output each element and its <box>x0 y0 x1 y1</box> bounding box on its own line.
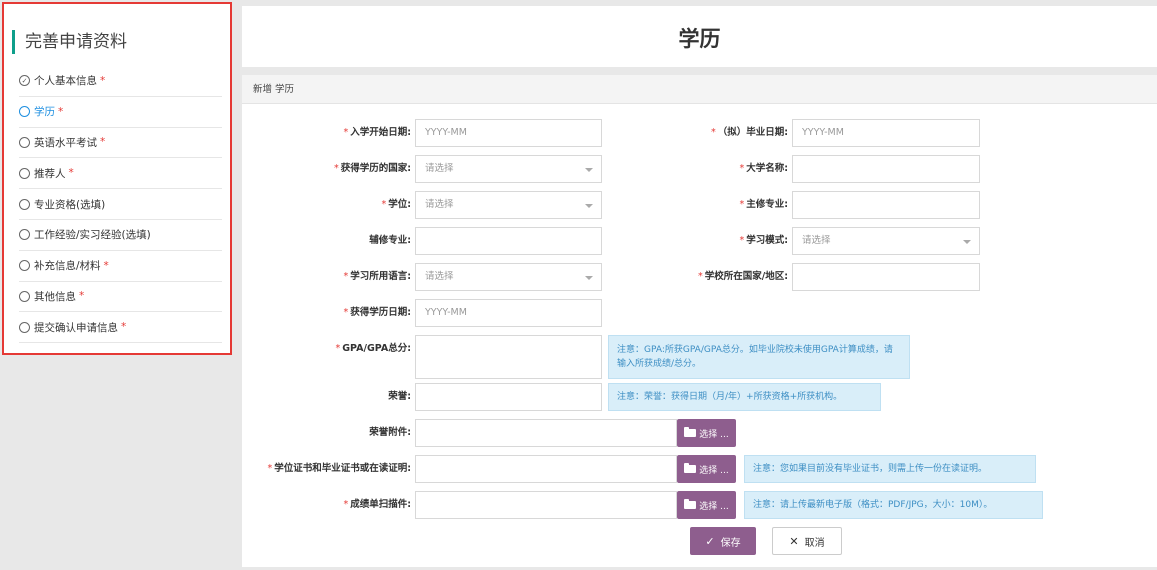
check-circle-icon: ✓ <box>19 75 30 87</box>
minor-input[interactable] <box>415 227 602 255</box>
major-label: * 主修专业: <box>739 199 788 210</box>
radio-icon <box>19 106 30 118</box>
honors-input[interactable] <box>415 383 602 411</box>
required-mark: * <box>121 321 127 334</box>
sidebar-item-other-info[interactable]: 其他信息 * <box>19 282 222 313</box>
degree-cert-note: 注意：您如果目前没有毕业证书，则需上传一份在读证明。 <box>744 455 1036 483</box>
required-mark: * <box>58 105 64 118</box>
sidebar-item-label: 个人基本信息 <box>34 75 97 88</box>
gpa-input[interactable] <box>415 335 602 379</box>
university-label: * 大学名称: <box>739 163 788 174</box>
degree-cert-input[interactable] <box>415 455 677 483</box>
sidebar-item-education[interactable]: 学历 * <box>19 97 222 128</box>
sidebar-item-label: 补充信息/材料 <box>34 260 101 273</box>
transcript-label: * 成绩单扫描件: <box>343 499 411 510</box>
major-input[interactable] <box>792 191 980 219</box>
sidebar-item-supplementary[interactable]: 补充信息/材料 * <box>19 251 222 282</box>
honors-attach-pick-button[interactable]: 选择 ... <box>677 419 736 447</box>
study-mode-select[interactable]: 请选择 <box>792 227 980 255</box>
required-mark: * <box>100 74 106 87</box>
grad-date-label: * （拟）毕业日期: <box>710 127 788 138</box>
check-icon: ✓ <box>705 534 715 548</box>
sidebar-item-label: 工作经验/实习经验(选填) <box>34 229 151 242</box>
folder-open-icon <box>684 427 697 437</box>
radio-icon <box>19 321 30 333</box>
minor-label: 辅修专业: <box>369 235 411 246</box>
start-date-label: * 入学开始日期: <box>343 127 411 138</box>
sidebar-item-submit-confirm[interactable]: 提交确认申请信息 * <box>19 312 222 344</box>
honors-note: 注意：荣誉：获得日期（月/年）+所获资格+所获机构。 <box>608 383 881 411</box>
transcript-pick-button[interactable]: 选择 ... <box>677 491 736 519</box>
transcript-note: 注意：请上传最新电子版（格式：PDF/JPG，大小：10M）。 <box>744 491 1043 519</box>
university-input[interactable] <box>792 155 980 183</box>
start-date-input[interactable]: YYYY-MM <box>415 119 602 147</box>
application-steps-sidebar: 完善申请资料 ✓ 个人基本信息 * 学历 * 英语水平考试 * 推荐人 * 专业… <box>2 2 232 355</box>
required-mark: * <box>79 290 85 303</box>
sidebar-item-english-test[interactable]: 英语水平考试 * <box>19 128 222 159</box>
study-mode-label: * 学习模式: <box>739 235 788 246</box>
honors-attach-input[interactable] <box>415 419 677 447</box>
sidebar-title: 完善申请资料 <box>12 30 127 54</box>
transcript-input[interactable] <box>415 491 677 519</box>
country-label: * 获得学历的国家: <box>333 163 411 174</box>
radio-icon <box>19 260 30 272</box>
award-date-label: * 获得学历日期: <box>343 307 411 318</box>
language-select[interactable]: 请选择 <box>415 263 602 291</box>
radio-icon <box>19 198 30 210</box>
education-form: 新增 学历 * 入学开始日期: YYYY-MM * （拟）毕业日期: YYYY-MM… <box>242 75 1157 567</box>
country-select[interactable]: 请选择 <box>415 155 602 183</box>
radio-icon <box>19 290 30 302</box>
sidebar-item-label: 学历 <box>34 106 55 119</box>
degree-label: * 学位: <box>381 199 411 210</box>
sidebar-item-referees[interactable]: 推荐人 * <box>19 158 222 190</box>
form-section-title: 新增 学历 <box>242 75 1157 104</box>
sidebar-item-label: 英语水平考试 <box>34 136 97 149</box>
degree-select[interactable]: 请选择 <box>415 191 602 219</box>
honors-attach-label: 荣誉附件: <box>369 427 411 438</box>
required-mark: * <box>103 259 109 272</box>
language-label: * 学习所用语言: <box>343 271 411 282</box>
required-mark: * <box>100 136 106 149</box>
folder-open-icon <box>684 499 697 509</box>
cancel-button[interactable]: ✕ 取消 <box>772 527 842 555</box>
gpa-label: * GPA/GPA总分: <box>335 343 412 354</box>
degree-cert-pick-button[interactable]: 选择 ... <box>677 455 736 483</box>
gpa-note: 注意：GPA:所获GPA/GPA总分。如毕业院校未使用GPA计算成绩，请输入所获… <box>608 335 910 379</box>
page-title: 学历 <box>678 27 721 51</box>
sidebar-item-professional-qualification[interactable]: 专业资格(选填) <box>19 189 222 220</box>
honors-label: 荣誉: <box>388 391 411 402</box>
school-region-label: * 学校所在国家/地区: <box>697 271 788 282</box>
radio-icon <box>19 229 30 241</box>
close-icon: ✕ <box>789 534 799 548</box>
degree-cert-label: * 学位证书和毕业证书或在读证明: <box>267 463 411 474</box>
folder-open-icon <box>684 463 697 473</box>
sidebar-item-label: 其他信息 <box>34 290 76 303</box>
page-header: 学历 <box>242 6 1157 67</box>
grad-date-input[interactable]: YYYY-MM <box>792 119 980 147</box>
sidebar-item-personal-info[interactable]: ✓ 个人基本信息 * <box>19 66 222 97</box>
sidebar-item-label: 专业资格(选填) <box>34 198 106 211</box>
step-list: ✓ 个人基本信息 * 学历 * 英语水平考试 * 推荐人 * 专业资格(选填) … <box>19 66 222 344</box>
award-date-input[interactable]: YYYY-MM <box>415 299 602 327</box>
save-button[interactable]: ✓ 保存 <box>690 527 756 555</box>
sidebar-item-work-experience[interactable]: 工作经验/实习经验(选填) <box>19 220 222 251</box>
sidebar-item-label: 推荐人 <box>34 167 66 180</box>
required-mark: * <box>68 167 74 180</box>
radio-icon <box>19 167 30 179</box>
sidebar-item-label: 提交确认申请信息 <box>34 321 118 334</box>
radio-icon <box>19 136 30 148</box>
school-region-input[interactable] <box>792 263 980 291</box>
